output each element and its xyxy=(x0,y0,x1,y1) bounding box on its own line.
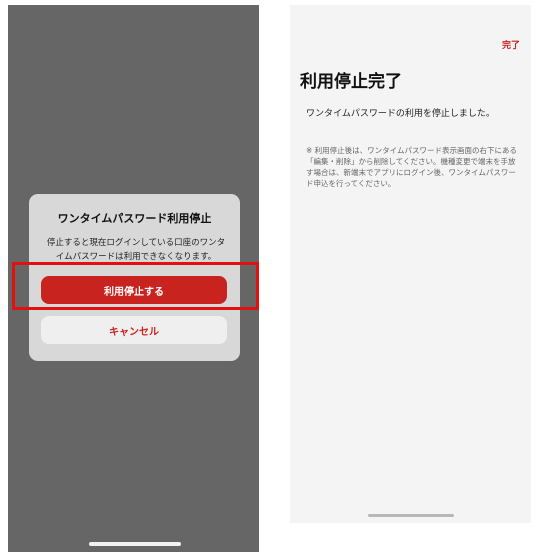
home-indicator[interactable] xyxy=(368,514,454,517)
home-indicator[interactable] xyxy=(89,542,181,546)
dialog-message: 停止すると現在ログインしている口座のワンタイムパスワードは利用できなくなります。 xyxy=(46,238,226,262)
cancel-button[interactable]: キャンセル xyxy=(41,316,227,344)
highlight-frame xyxy=(12,262,259,310)
note-text: ※ 利用停止後は、ワンタイムパスワード表示画面の右下にある「編集・削除」から削除… xyxy=(306,146,518,188)
right-phone-screen: 完了 利用停止完了 ワンタイムパスワードの利用を停止しました。 ※ 利用停止後は… xyxy=(290,5,531,523)
completion-message: ワンタイムパスワードの利用を停止しました。 xyxy=(306,109,495,119)
dialog-title: ワンタイムパスワード利用停止 xyxy=(57,212,212,225)
page-title: 利用停止完了 xyxy=(300,72,402,92)
done-button[interactable]: 完了 xyxy=(502,38,520,51)
